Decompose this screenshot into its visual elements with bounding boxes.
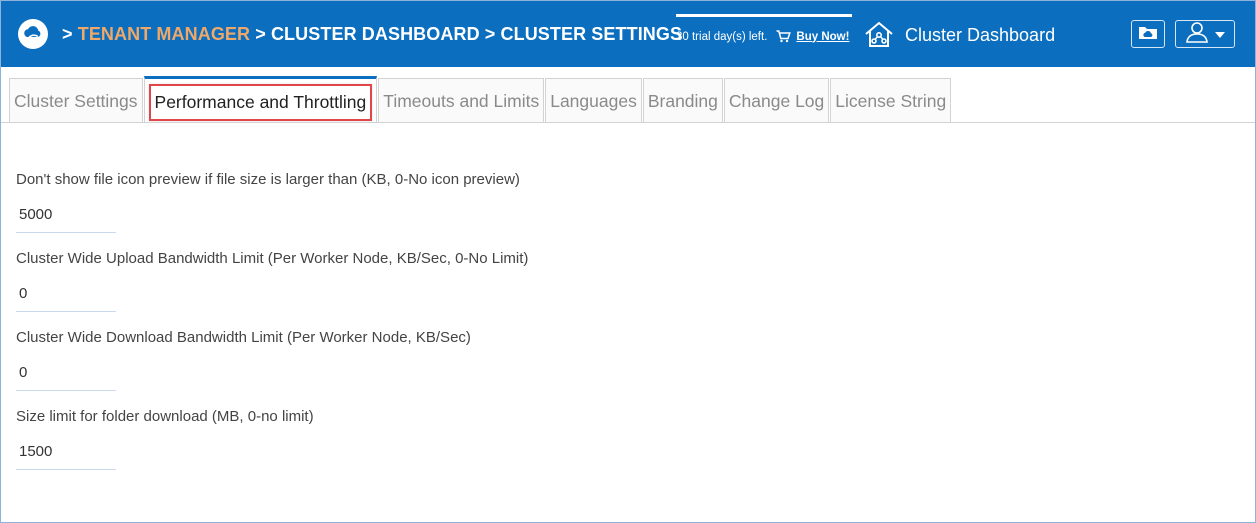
icon-preview-size-input[interactable] bbox=[16, 202, 116, 233]
field-label: Don't show file icon preview if file siz… bbox=[16, 171, 520, 188]
tab-divider bbox=[1, 122, 1255, 123]
breadcrumb-cluster-settings: > CLUSTER SETTINGS bbox=[484, 24, 683, 44]
user-menu-button[interactable] bbox=[1175, 20, 1235, 48]
user-icon bbox=[1185, 21, 1209, 48]
download-bandwidth-field: Cluster Wide Download Bandwidth Limit (P… bbox=[16, 329, 1216, 408]
trial-progress-bar bbox=[676, 14, 852, 17]
breadcrumb: > TENANT MANAGER > CLUSTER DASHBOARD > C… bbox=[62, 24, 682, 45]
tab-label: Timeouts and Limits bbox=[383, 90, 540, 111]
cloud-logo-icon[interactable] bbox=[18, 19, 48, 49]
trial-notice: 30 trial day(s) left. Buy Now! bbox=[676, 30, 849, 43]
tab-label: Languages bbox=[550, 90, 637, 111]
tab-branding[interactable]: Branding bbox=[642, 78, 723, 123]
icon-preview-size-field: Don't show file icon preview if file siz… bbox=[16, 171, 1216, 250]
settings-tabs: Cluster Settings Performance and Throttl… bbox=[9, 76, 952, 123]
tab-label: Branding bbox=[647, 90, 718, 111]
dashboard-title: Cluster Dashboard bbox=[905, 25, 1056, 45]
cart-icon[interactable] bbox=[776, 30, 792, 43]
top-bar: > TENANT MANAGER > CLUSTER DASHBOARD > C… bbox=[1, 1, 1255, 67]
tab-label: Change Log bbox=[728, 90, 825, 111]
folder-download-limit-field: Size limit for folder download (MB, 0-no… bbox=[16, 408, 1216, 487]
caret-down-icon bbox=[1215, 25, 1225, 43]
tab-label: Cluster Settings bbox=[14, 90, 138, 111]
folder-download-limit-input[interactable] bbox=[16, 439, 116, 470]
cloud-folder-button[interactable] bbox=[1131, 20, 1165, 48]
field-label: Cluster Wide Download Bandwidth Limit (P… bbox=[16, 329, 471, 346]
app-window: > TENANT MANAGER > CLUSTER DASHBOARD > C… bbox=[0, 0, 1256, 523]
breadcrumb-tenant-manager[interactable]: TENANT MANAGER bbox=[78, 24, 250, 44]
field-label: Cluster Wide Upload Bandwidth Limit (Per… bbox=[16, 250, 529, 267]
breadcrumb-separator: > bbox=[62, 24, 73, 44]
tab-languages[interactable]: Languages bbox=[545, 78, 642, 123]
trial-text: 30 trial day(s) left. bbox=[676, 30, 768, 43]
field-label: Size limit for folder download (MB, 0-no… bbox=[16, 408, 314, 425]
upload-bandwidth-field: Cluster Wide Upload Bandwidth Limit (Per… bbox=[16, 250, 1216, 329]
upload-bandwidth-input[interactable] bbox=[16, 281, 116, 312]
performance-settings-form: Don't show file icon preview if file siz… bbox=[16, 171, 1216, 487]
tab-label: License String bbox=[835, 90, 947, 111]
tab-timeouts-and-limits[interactable]: Timeouts and Limits bbox=[378, 78, 545, 123]
tab-license-string[interactable]: License String bbox=[830, 78, 952, 123]
cloud-folder-icon bbox=[1138, 24, 1158, 45]
tab-change-log[interactable]: Change Log bbox=[723, 78, 830, 123]
breadcrumb-cluster-dashboard[interactable]: > CLUSTER DASHBOARD bbox=[255, 24, 479, 44]
tab-cluster-settings[interactable]: Cluster Settings bbox=[9, 78, 143, 123]
tab-performance-and-throttling[interactable]: Performance and Throttling bbox=[143, 76, 378, 123]
download-bandwidth-input[interactable] bbox=[16, 360, 116, 391]
tab-label: Performance and Throttling bbox=[148, 83, 373, 121]
house-network-icon bbox=[863, 20, 895, 55]
buy-now-link[interactable]: Buy Now! bbox=[796, 31, 849, 43]
